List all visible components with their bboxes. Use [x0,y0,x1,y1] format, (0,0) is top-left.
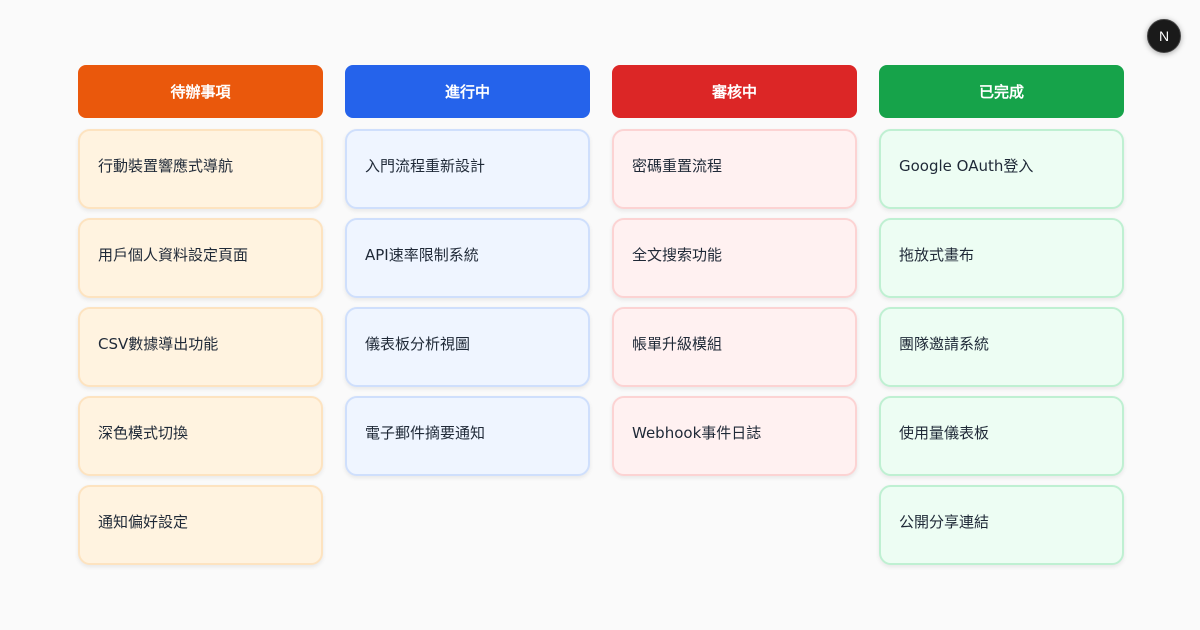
task-card[interactable]: CSV數據導出功能 [78,307,323,387]
user-avatar[interactable]: N [1147,19,1181,53]
task-card[interactable]: 全文搜索功能 [612,218,857,298]
task-card[interactable]: 團隊邀請系統 [879,307,1124,387]
task-card[interactable]: 拖放式畫布 [879,218,1124,298]
task-card[interactable]: 入門流程重新設計 [345,129,590,209]
task-card[interactable]: API速率限制系統 [345,218,590,298]
task-card[interactable]: 用戶個人資料設定頁面 [78,218,323,298]
task-card[interactable]: 使用量儀表板 [879,396,1124,476]
task-card[interactable]: 公開分享連結 [879,485,1124,565]
column-todo: 待辦事項 行動裝置響應式導航 用戶個人資料設定頁面 CSV數據導出功能 深色模式… [78,65,323,574]
column-in-review: 審核中 密碼重置流程 全文搜索功能 帳單升級模組 Webhook事件日誌 [612,65,857,574]
column-header-in-progress[interactable]: 進行中 [345,65,590,118]
task-card[interactable]: 密碼重置流程 [612,129,857,209]
task-card[interactable]: 電子郵件摘要通知 [345,396,590,476]
task-card[interactable]: 儀表板分析視圖 [345,307,590,387]
task-card[interactable]: Webhook事件日誌 [612,396,857,476]
task-card[interactable]: Google OAuth登入 [879,129,1124,209]
column-done: 已完成 Google OAuth登入 拖放式畫布 團隊邀請系統 使用量儀表板 公… [879,65,1124,574]
task-card[interactable]: 深色模式切換 [78,396,323,476]
column-header-todo[interactable]: 待辦事項 [78,65,323,118]
column-header-in-review[interactable]: 審核中 [612,65,857,118]
task-card[interactable]: 帳單升級模組 [612,307,857,387]
column-header-done[interactable]: 已完成 [879,65,1124,118]
column-in-progress: 進行中 入門流程重新設計 API速率限制系統 儀表板分析視圖 電子郵件摘要通知 [345,65,590,574]
task-card[interactable]: 通知偏好設定 [78,485,323,565]
task-card[interactable]: 行動裝置響應式導航 [78,129,323,209]
kanban-board: 待辦事項 行動裝置響應式導航 用戶個人資料設定頁面 CSV數據導出功能 深色模式… [78,65,1124,574]
